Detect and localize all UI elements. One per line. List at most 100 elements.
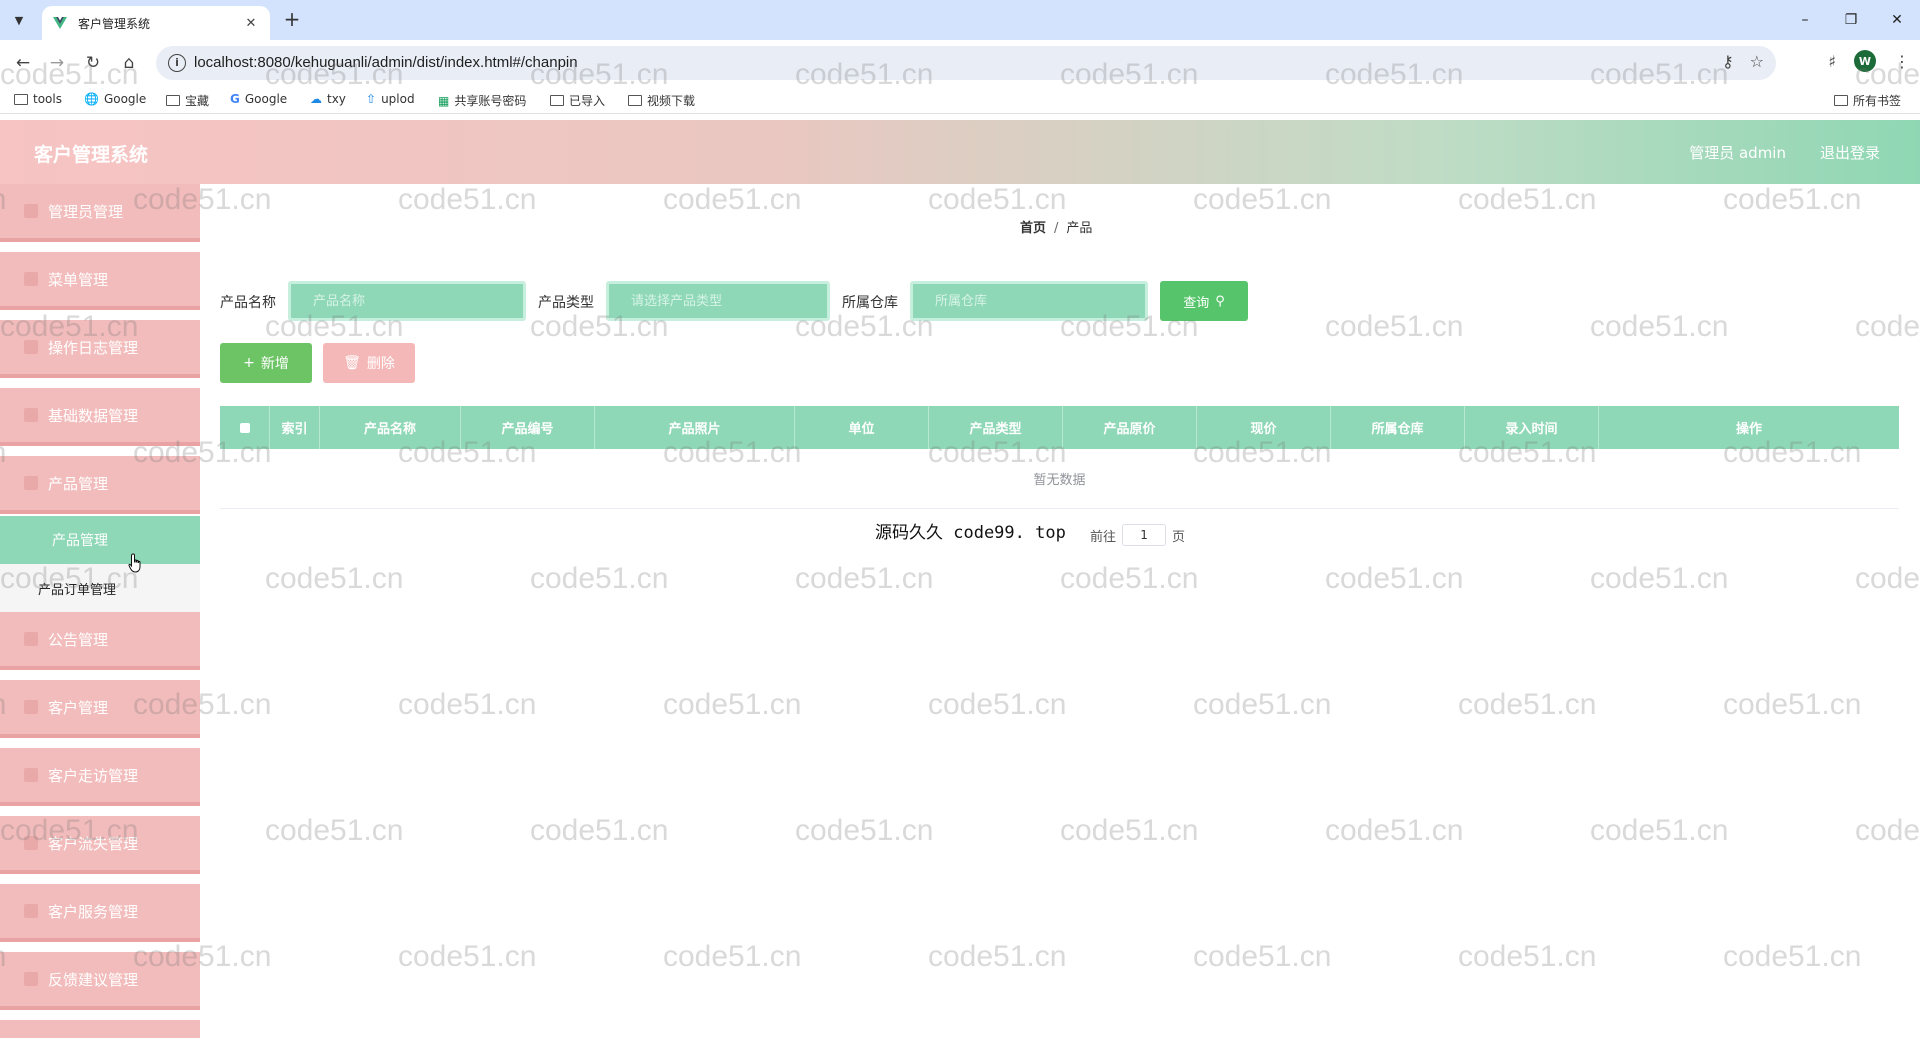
breadcrumb-separator: /: [1054, 221, 1059, 236]
watermark-text: code51.cn: [1325, 814, 1464, 847]
site-info-icon[interactable]: i: [168, 54, 186, 72]
menu-icon: [24, 632, 38, 646]
breadcrumb-home[interactable]: 首页: [1020, 221, 1046, 236]
menu-icon: [24, 904, 38, 918]
folder-icon: [628, 95, 642, 106]
pager-page-input[interactable]: [1122, 524, 1167, 546]
bookmark-item[interactable]: 已导入: [550, 92, 605, 109]
watermark-text: code51.cn: [663, 183, 802, 216]
menu-icon: [24, 340, 38, 354]
watermark-text: code51.cn: [1458, 183, 1597, 216]
bookmarks-bar: tools 🌐 Google 宝藏 G Google ☁ txy ⇧ uplod ▦ 共享…: [0, 86, 1920, 114]
folder-icon: [166, 95, 180, 106]
watermark-text: code51.cn: [1590, 814, 1729, 847]
bookmark-star-icon[interactable]: ☆: [1750, 52, 1764, 71]
watermark-text: code51.cn: [1458, 688, 1597, 721]
bookmark-item[interactable]: 🌐 Google: [84, 92, 146, 106]
warehouse-input[interactable]: [910, 281, 1148, 321]
address-bar[interactable]: i localhost:8080/kehuguanli/admin/dist/i…: [156, 46, 1776, 80]
sidebar-item-basedata[interactable]: 基础数据管理: [0, 388, 200, 446]
close-window-icon[interactable]: ✕: [1874, 0, 1920, 40]
minimize-icon[interactable]: –: [1782, 0, 1828, 40]
watermark-text: code51.cn: [1325, 562, 1464, 595]
bookmark-item[interactable]: tools: [14, 92, 62, 106]
vue-logo-icon: [53, 17, 67, 29]
new-tab-button[interactable]: +: [280, 8, 304, 32]
sidebar-item-feedback[interactable]: 反馈建议管理: [0, 952, 200, 1010]
restore-icon[interactable]: ❐: [1828, 0, 1874, 40]
bookmark-item[interactable]: 宝藏: [166, 92, 209, 109]
globe-icon: 🌐: [84, 92, 99, 106]
app-header: 客户管理系统 管理员 admin 退出登录: [0, 120, 1920, 184]
all-bookmarks[interactable]: 所有书签: [1834, 92, 1901, 109]
menu-icon: [24, 204, 38, 218]
pager-goto-label: 前往: [1090, 529, 1117, 545]
menu-icon: [24, 700, 38, 714]
menu-icon: [24, 476, 38, 490]
add-button[interactable]: + 新增: [220, 343, 312, 383]
forward-arrow-icon[interactable]: →: [44, 50, 70, 76]
cloud-icon: ☁: [310, 92, 322, 106]
search-button[interactable]: 查询 ⚲: [1160, 281, 1248, 321]
extensions-icon[interactable]: ♯: [1828, 52, 1836, 71]
product-name-input[interactable]: [288, 281, 526, 321]
sidebar-item-notice[interactable]: 公告管理: [0, 612, 200, 670]
bookmark-item[interactable]: ☁ txy: [310, 92, 346, 106]
bookmark-item[interactable]: G Google: [230, 92, 287, 106]
column-header: 索引: [270, 406, 320, 449]
sidebar-item-oplog[interactable]: 操作日志管理: [0, 320, 200, 378]
menu-kebab-icon[interactable]: ⋮: [1894, 52, 1910, 71]
plus-icon: +: [243, 355, 255, 371]
watermark-text: code51.cn: [1723, 940, 1862, 973]
watermark-text: code51.cn: [1723, 183, 1862, 216]
password-key-icon[interactable]: ⚷: [1722, 52, 1734, 71]
home-icon[interactable]: ⌂: [116, 50, 142, 76]
tab-list-chevron-icon[interactable]: ▼: [8, 9, 30, 31]
submenu-product-manage[interactable]: 产品管理: [0, 516, 200, 564]
sidebar-item-product[interactable]: 产品管理: [0, 456, 200, 514]
tab-close-icon[interactable]: ✕: [242, 16, 260, 31]
product-type-label: 产品类型: [538, 295, 594, 311]
sheet-icon: ▦: [438, 93, 450, 108]
checkbox-icon: [239, 422, 250, 433]
watermark-text: code51.cn: [928, 183, 1067, 216]
watermark-text: code51.cn: [1458, 940, 1597, 973]
bookmark-item[interactable]: ▦ 共享账号密码: [438, 92, 526, 109]
pager-suffix: 页: [1172, 529, 1186, 545]
bookmark-item[interactable]: ⇧ uplod: [366, 92, 415, 106]
delete-button[interactable]: 🗑 删除: [323, 343, 415, 383]
column-header: 产品类型: [929, 406, 1063, 449]
logout-link[interactable]: 退出登录: [1820, 142, 1880, 163]
hand-cursor-icon: [128, 553, 141, 573]
menu-icon: [24, 972, 38, 986]
watermark-text: code51.cn: [1060, 562, 1199, 595]
select-all-checkbox[interactable]: [220, 406, 270, 449]
watermark-text: code51.cn: [1723, 688, 1862, 721]
sidebar-item-admin[interactable]: 管理员管理: [0, 184, 200, 242]
sidebar-item-churn[interactable]: 客户流失管理: [0, 816, 200, 874]
bookmark-item[interactable]: 视频下载: [628, 92, 695, 109]
sidebar-item-visit[interactable]: 客户走访管理: [0, 748, 200, 806]
browser-tab[interactable]: 客户管理系统 ✕: [42, 6, 270, 40]
profile-avatar[interactable]: W: [1854, 50, 1876, 72]
overlay-watermark-text: 源码久久 code99. top: [875, 523, 1066, 543]
sidebar-item-service[interactable]: 客户服务管理: [0, 884, 200, 942]
watermark-text: code51.cn: [530, 562, 669, 595]
back-arrow-icon[interactable]: ←: [10, 50, 36, 76]
sidebar-item-customer[interactable]: 客户管理: [0, 680, 200, 738]
column-header: 现价: [1197, 406, 1331, 449]
upload-icon: ⇧: [366, 92, 377, 106]
reload-icon[interactable]: ↻: [80, 50, 106, 76]
product-type-select[interactable]: [606, 281, 830, 321]
column-header: 录入时间: [1465, 406, 1599, 449]
watermark-text: code51.cn: [795, 814, 934, 847]
watermark-text: code51.cn: [1325, 310, 1464, 343]
sidebar-item-menu[interactable]: 菜单管理: [0, 252, 200, 310]
sidebar-item-partial[interactable]: [0, 1020, 200, 1038]
submenu-product-order[interactable]: 产品订单管理: [0, 564, 200, 612]
watermark-text: code51.cn: [1855, 562, 1920, 595]
app-title: 客户管理系统: [34, 144, 149, 166]
menu-icon: [24, 836, 38, 850]
column-header: 所属仓库: [1331, 406, 1465, 449]
breadcrumb-current: 产品: [1066, 221, 1093, 236]
